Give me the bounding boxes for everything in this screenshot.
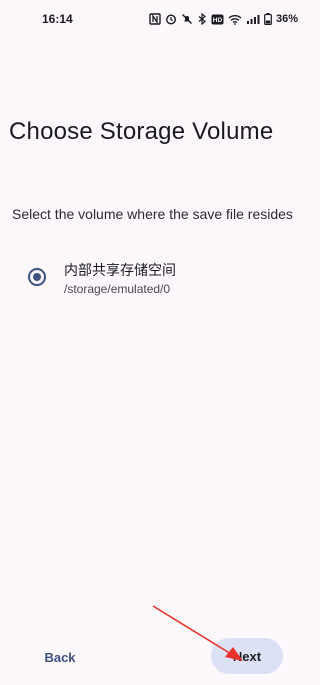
wifi-icon <box>228 14 242 25</box>
nfc-icon <box>149 13 161 25</box>
volume-prompt: Select the volume where the save file re… <box>12 206 293 222</box>
mute-icon <box>182 14 192 24</box>
svg-text:HD: HD <box>213 17 223 24</box>
storage-volume-option[interactable]: 内部共享存储空间 /storage/emulated/0 <box>22 258 282 302</box>
status-icons: HD 36% <box>149 13 298 25</box>
battery-icon <box>264 13 272 25</box>
back-button[interactable]: Back <box>28 640 92 674</box>
bluetooth-icon <box>198 13 206 25</box>
status-bar: 16:14 HD 36% <box>0 0 320 38</box>
hd-icon: HD <box>211 14 224 24</box>
storage-volume-text: 内部共享存储空间 /storage/emulated/0 <box>64 260 176 298</box>
annotation-arrow <box>152 605 243 661</box>
battery-percentage: 36% <box>275 13 298 25</box>
storage-volume-path: /storage/emulated/0 <box>64 282 171 296</box>
next-button[interactable]: Next <box>211 638 283 674</box>
signal-icon <box>246 14 260 24</box>
status-time: 16:14 <box>42 12 73 26</box>
alarm-icon <box>165 14 176 25</box>
radio-button-selected[interactable] <box>28 268 46 286</box>
page-title: Choose Storage Volume <box>9 118 274 145</box>
storage-volume-name: 内部共享存储空间 <box>64 262 176 278</box>
